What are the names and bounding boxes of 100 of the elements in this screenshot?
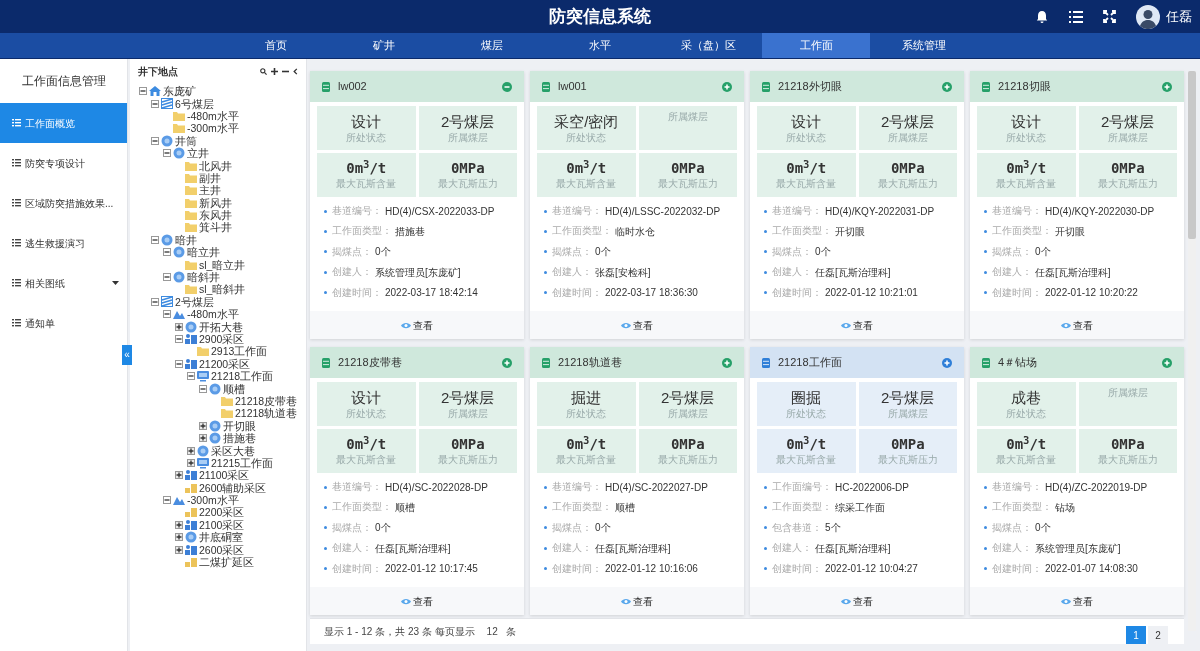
collapse-toggle-icon[interactable] xyxy=(186,372,195,381)
expand-toggle-icon[interactable] xyxy=(186,458,195,467)
expand-toggle-icon[interactable] xyxy=(174,471,183,480)
collapse-toggle-icon[interactable] xyxy=(162,496,171,505)
collapse-toggle-icon[interactable] xyxy=(198,384,207,393)
card-title[interactable]: 21218工作面 xyxy=(778,354,842,371)
collapse-toggle-icon[interactable] xyxy=(162,310,171,319)
nav-tab[interactable]: 系统管理 xyxy=(870,33,978,58)
collapse-toggle-icon[interactable] xyxy=(150,297,159,306)
nav-tab[interactable]: 水平 xyxy=(546,33,654,58)
tree-node-label[interactable]: -300m水平 xyxy=(187,494,239,507)
view-link[interactable]: 查看 xyxy=(1061,317,1093,333)
avatar-icon[interactable] xyxy=(1136,4,1160,29)
view-link[interactable]: 查看 xyxy=(841,593,873,609)
plus-circle-icon[interactable] xyxy=(722,357,732,368)
tree-node-label[interactable]: 东风井 xyxy=(199,209,232,222)
list-icon[interactable] xyxy=(1069,10,1083,23)
page-button[interactable]: 2 xyxy=(1148,626,1168,644)
tree-node-label[interactable]: 采区大巷 xyxy=(211,444,255,457)
expand-toggle-icon[interactable] xyxy=(186,446,195,455)
card-title[interactable]: 21218轨道巷 xyxy=(558,354,622,371)
search-icon[interactable] xyxy=(260,67,267,75)
sidebar-item[interactable]: 通知单 xyxy=(0,303,127,343)
user-name[interactable]: 任磊 xyxy=(1166,6,1192,27)
tree-node-label[interactable]: 箕斗井 xyxy=(199,221,232,234)
tree-node-label[interactable]: 暗斜井 xyxy=(187,271,220,284)
tree-node-label[interactable]: -480m水平 xyxy=(187,109,239,122)
sidebar-item[interactable]: 防突专项设计 xyxy=(0,143,127,183)
collapse-toggle-icon[interactable] xyxy=(150,235,159,244)
tree-node-label[interactable]: 2900采区 xyxy=(199,333,245,345)
view-link[interactable]: 查看 xyxy=(401,317,433,333)
expand-toggle-icon[interactable] xyxy=(198,434,207,443)
tree-node-label[interactable]: 措施巷 xyxy=(223,432,256,445)
nav-tab[interactable]: 工作面 xyxy=(762,33,870,58)
card-title[interactable]: lw001 xyxy=(558,78,587,95)
tree-node-label[interactable]: 2100采区 xyxy=(199,518,245,531)
plus-circle-icon[interactable] xyxy=(942,357,952,368)
collapse-toggle-icon[interactable] xyxy=(162,248,171,257)
tree-node-label[interactable]: 2913工作面 xyxy=(211,345,268,358)
tree-node-label[interactable]: 21218工作面 xyxy=(211,370,274,383)
tree-node-label[interactable]: 新风井 xyxy=(199,196,232,209)
nav-tab[interactable]: 采（盘）区 xyxy=(654,33,762,58)
tree-node-label[interactable]: 开切眼 xyxy=(223,419,256,432)
tree-node-label[interactable]: 暗立井 xyxy=(187,246,220,259)
tree-node-label[interactable]: 6号煤层 xyxy=(175,97,214,110)
view-link[interactable]: 查看 xyxy=(621,593,653,609)
tree-node-label[interactable]: -300m水平 xyxy=(187,122,239,135)
collapse-toggle-icon[interactable] xyxy=(174,359,183,368)
collapse-toggle-icon[interactable] xyxy=(162,273,171,282)
nav-tab[interactable]: 首页 xyxy=(222,33,330,58)
nav-tab[interactable]: 矿井 xyxy=(330,33,438,58)
chevron-left-icon[interactable] xyxy=(293,67,298,75)
card-title[interactable]: 21218外切眼 xyxy=(778,78,842,95)
tree-node-label[interactable]: 21100采区 xyxy=(199,469,250,482)
collapse-toggle-icon[interactable] xyxy=(150,99,159,108)
expand-toggle-icon[interactable] xyxy=(174,520,183,529)
view-link[interactable]: 查看 xyxy=(621,317,653,333)
card-title[interactable]: 21218切眼 xyxy=(998,78,1051,95)
fullscreen-icon[interactable] xyxy=(1103,10,1116,23)
expand-toggle-icon[interactable] xyxy=(174,533,183,542)
tree-node-label[interactable]: -480m水平 xyxy=(187,308,239,321)
tree-node-label[interactable]: sl_暗立井 xyxy=(199,258,246,271)
card-title[interactable]: 21218皮带巷 xyxy=(338,354,402,371)
plus-icon[interactable] xyxy=(271,67,278,75)
view-link[interactable]: 查看 xyxy=(1061,593,1093,609)
plus-circle-icon[interactable] xyxy=(502,357,512,368)
sidebar-item[interactable]: 区域防突措施效果... xyxy=(0,183,127,223)
tree-node-label[interactable]: 2600辅助采区 xyxy=(199,481,267,494)
page-size-select[interactable]: 12 xyxy=(482,624,502,639)
expand-toggle-icon[interactable] xyxy=(198,421,207,430)
tree-node-label[interactable]: 21218轨道巷 xyxy=(235,407,298,420)
collapse-button[interactable]: « xyxy=(122,345,132,365)
collapse-toggle-icon[interactable] xyxy=(150,136,159,145)
sidebar-item[interactable]: 相关图纸 xyxy=(0,263,127,303)
tree-node-label[interactable]: 21218皮带巷 xyxy=(235,394,298,407)
tree-node-label[interactable]: 东庞矿 xyxy=(163,85,196,98)
tree-node-label[interactable]: 副井 xyxy=(199,171,221,184)
tree-node-label[interactable]: 井底硐室 xyxy=(199,531,243,544)
tree-node-label[interactable]: 2200采区 xyxy=(199,506,245,519)
card-title[interactable]: 4＃钻场 xyxy=(998,354,1038,371)
tree-node-label[interactable]: 2600采区 xyxy=(199,543,245,556)
bell-icon[interactable] xyxy=(1035,9,1049,24)
tree-node-label[interactable]: 顺槽 xyxy=(223,382,245,395)
tree-node-label[interactable]: 北风井 xyxy=(199,159,232,172)
plus-circle-icon[interactable] xyxy=(1162,357,1172,368)
collapse-toggle-icon[interactable] xyxy=(138,87,147,96)
tree-node-label[interactable]: 21215工作面 xyxy=(211,456,274,469)
tree-node-label[interactable]: 二煤扩延区 xyxy=(199,556,254,569)
tree-node-label[interactable]: 开拓大巷 xyxy=(199,320,243,333)
tree-node-label[interactable]: 井筒 xyxy=(175,134,197,147)
tree-node-label[interactable]: 2号煤层 xyxy=(175,295,214,308)
view-link[interactable]: 查看 xyxy=(841,317,873,333)
tree-node-label[interactable]: sl_暗斜井 xyxy=(199,283,246,296)
tree-node-label[interactable]: 立井 xyxy=(187,147,209,160)
tree-node-label[interactable]: 暗井 xyxy=(175,233,197,246)
plus-circle-icon[interactable] xyxy=(722,81,732,92)
sidebar-item[interactable]: 工作面概览 xyxy=(0,103,127,143)
minus-circle-icon[interactable] xyxy=(502,81,512,92)
expand-toggle-icon[interactable] xyxy=(174,322,183,331)
page-button[interactable]: 1 xyxy=(1126,626,1146,644)
